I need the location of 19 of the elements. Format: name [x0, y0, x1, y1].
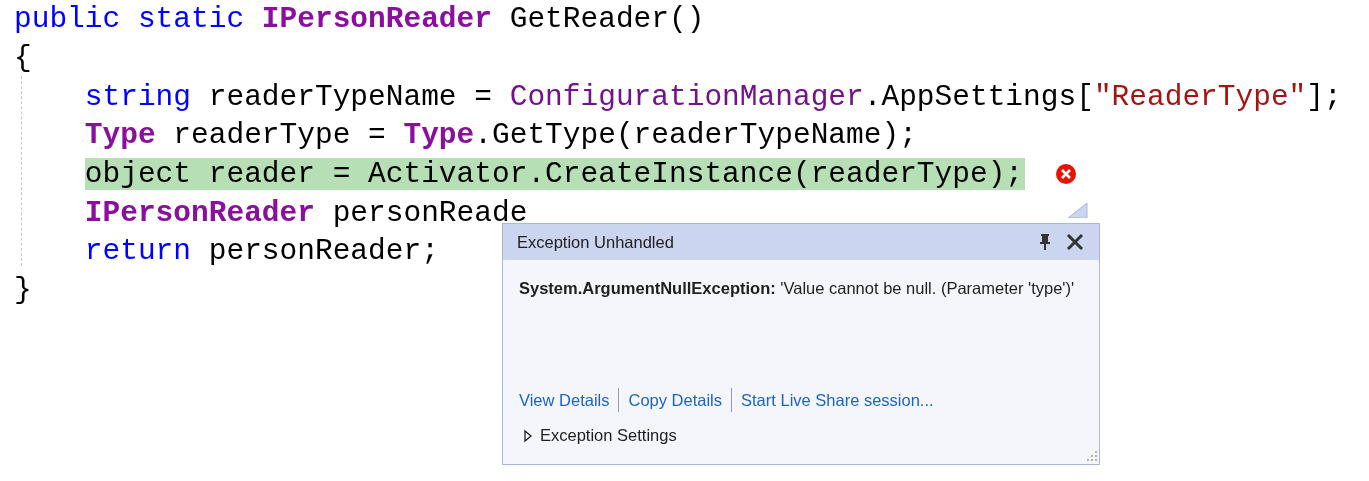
- popup-link[interactable]: Copy Details: [628, 390, 723, 410]
- code-line: string readerTypeName = ConfigurationManager.AppSettings["ReaderType"];: [84, 80, 1343, 113]
- popup-link[interactable]: View Details: [519, 390, 610, 410]
- callout-pointer: [1067, 202, 1091, 218]
- popup-link[interactable]: Start Live Share session...: [741, 390, 934, 410]
- error-icon[interactable]: [1055, 163, 1078, 186]
- exception-settings-label[interactable]: Exception Settings: [540, 426, 677, 445]
- code-line: Type readerType = Type.GetType(readerTypeName);: [84, 119, 918, 152]
- close-icon[interactable]: [1065, 232, 1085, 252]
- exception-message: System.ArgumentNullException: 'Value cannot be null. (Parameter 'type')': [519, 278, 1076, 299]
- expand-icon[interactable]: [523, 428, 533, 443]
- resize-grip-icon[interactable]: [1084, 448, 1098, 462]
- popup-title: Exception Unhandled: [517, 232, 675, 252]
- code-line: IPersonReader personReade: [84, 196, 529, 229]
- code-line: return personReader;: [84, 235, 440, 268]
- pin-icon[interactable]: [1039, 233, 1051, 251]
- code-line: public static IPersonReader GetReader(): [14, 3, 706, 36]
- code-line: {: [14, 42, 33, 75]
- code-line: }: [14, 274, 33, 307]
